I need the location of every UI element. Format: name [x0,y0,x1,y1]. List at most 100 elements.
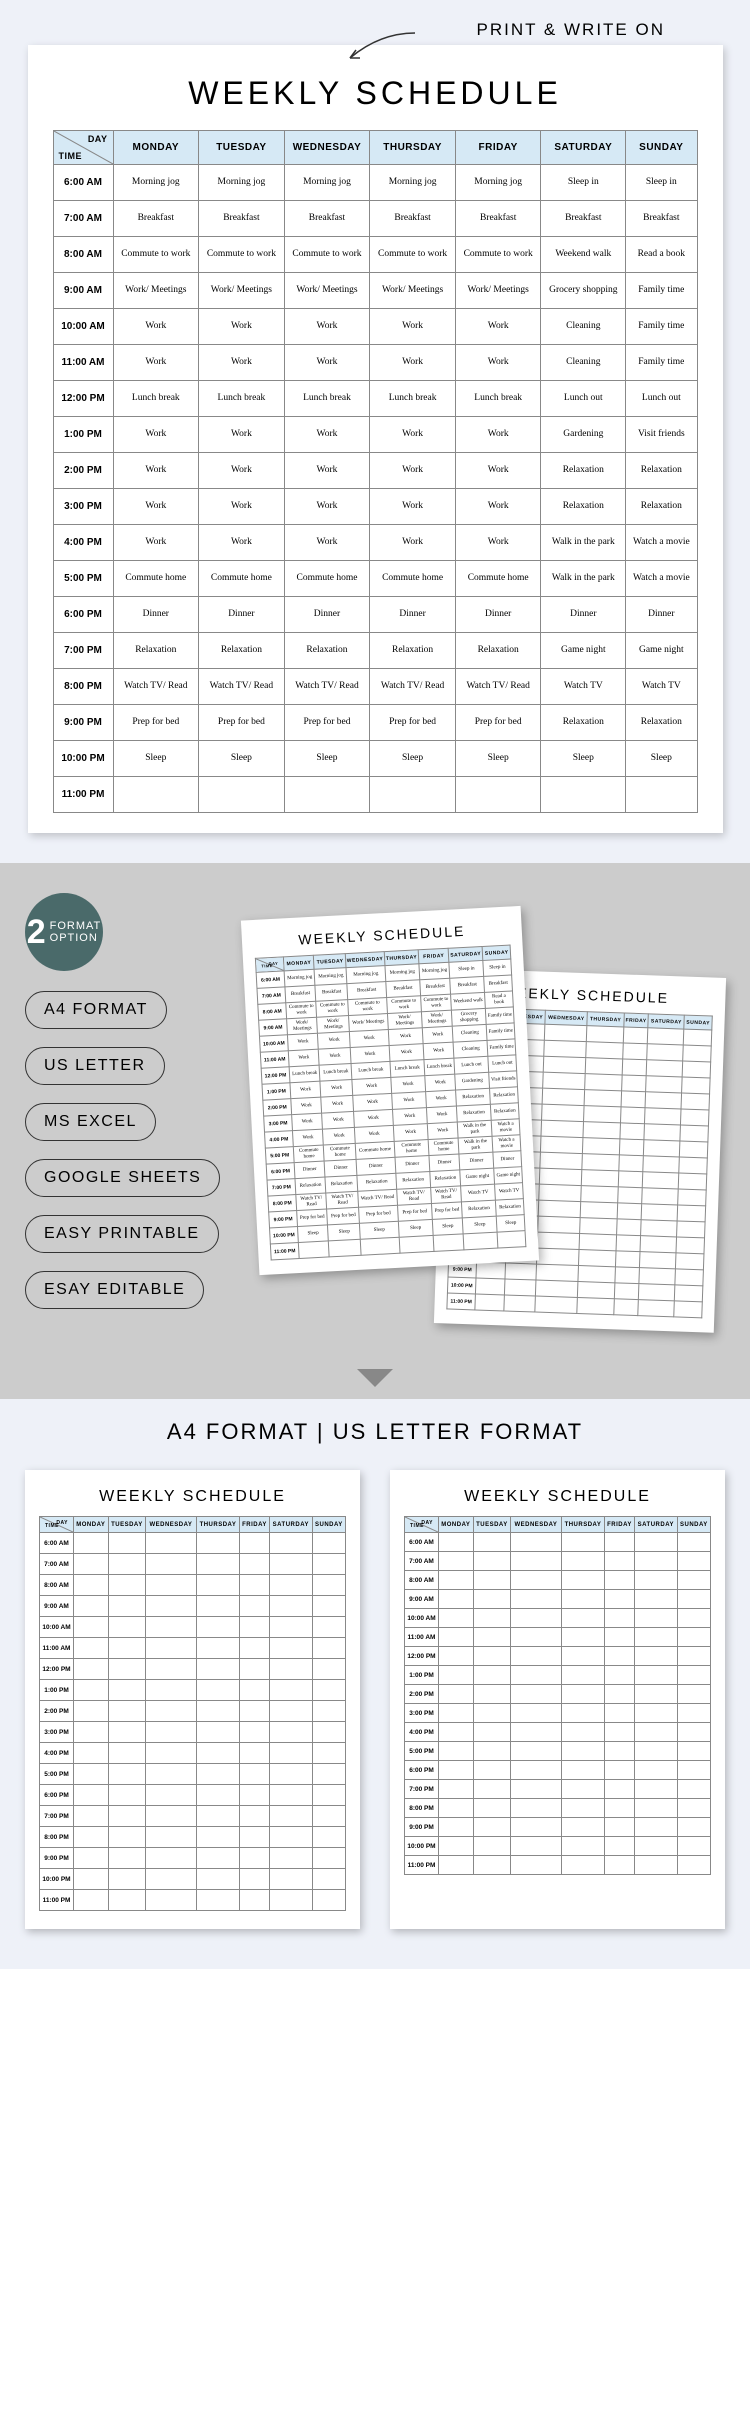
schedule-cell [108,1869,146,1890]
schedule-cell [439,1723,474,1742]
schedule-cell [587,1026,624,1043]
schedule-cell: Morning jog [455,165,541,201]
schedule-cell [511,1761,562,1780]
schedule-cell [146,1701,197,1722]
table-row: 6:00 PM [40,1785,346,1806]
schedule-cell [269,1743,312,1764]
schedule-cell [677,1533,710,1552]
schedule-cell [455,777,541,813]
schedule-cell [538,1216,581,1233]
schedule-cell: Family time [626,309,697,345]
schedule-cell [108,1596,146,1617]
time-label: 9:00 AM [53,273,113,309]
schedule-cell [146,1722,197,1743]
schedule-cell [643,1172,679,1189]
schedule-cell [646,1076,682,1093]
schedule-cell: Work [291,1097,322,1115]
schedule-cell [439,1818,474,1837]
table-row: 4:00 PMWorkWorkWorkWorkWorkWalk in the p… [53,525,697,561]
schedule-cell: Dinner [429,1154,460,1172]
schedule-cell: Watch TV/ Read [113,669,199,705]
schedule-cell [312,1617,345,1638]
schedule-cell [240,1869,270,1890]
schedule-cell [634,1818,677,1837]
schedule-cell: Sleep [462,1216,497,1234]
schedule-cell [74,1722,109,1743]
schedule-cell: Commute to work [286,1001,317,1019]
schedule-cell [74,1533,109,1554]
schedule-cell: Work/ Meetings [387,1012,423,1030]
schedule-cell [473,1609,511,1628]
schedule-cell [605,1818,635,1837]
arrow-icon [340,28,420,68]
schedule-cell: Relaxation [541,489,626,525]
table-row: 8:00 AM [405,1571,711,1590]
schedule-cell: Work [393,1124,429,1142]
schedule-cell [580,1218,617,1235]
time-label: 4:00 PM [40,1743,74,1764]
schedule-cell [74,1659,109,1680]
table-row: 7:00 PMRelaxationRelaxationRelaxationRel… [53,633,697,669]
schedule-cell: Relaxation [491,1103,519,1120]
schedule-cell [269,1785,312,1806]
schedule-cell [473,1533,511,1552]
schedule-cell [439,1533,474,1552]
schedule-cell [269,1764,312,1785]
schedule-cell [536,1280,579,1297]
schedule-cell [539,1184,582,1201]
schedule-cell: Breakfast [541,201,626,237]
schedule-cell [108,1764,146,1785]
schedule-cell [680,1125,708,1142]
schedule-cell [312,1659,345,1680]
table-row: 12:00 PM [405,1647,711,1666]
schedule-cell: Work [284,453,370,489]
schedule-cell: Sleep [199,741,285,777]
schedule-cell [642,1204,678,1221]
time-label: 12:00 PM [405,1647,439,1666]
time-label: 8:00 PM [405,1799,439,1818]
format-badge: 2 FORMATOPTION [25,893,103,971]
schedule-cell [580,1202,617,1219]
schedule-cell [146,1785,197,1806]
schedule-cell [74,1785,109,1806]
time-label: 11:00 PM [447,1293,476,1310]
schedule-cell: Work [322,1111,355,1129]
schedule-cell: Work/ Meetings [287,1017,318,1035]
schedule-cell [641,1220,677,1237]
table-row: 8:00 PM [40,1827,346,1848]
schedule-cell: Morning jog [284,969,315,987]
schedule-cell [605,1837,635,1856]
schedule-cell [361,1237,400,1255]
schedule-cell [473,1647,511,1666]
schedule-cell [439,1761,474,1780]
schedule-cell [312,1764,345,1785]
schedule-cell: Lunch out [541,381,626,417]
format-previews: WEEKLY SCHEDULE DAYTIMEMONDAYTUESDAYWEDN… [25,1470,725,1929]
schedule-cell: Watch TV [541,669,626,705]
time-label: 7:00 AM [53,201,113,237]
day-header: THURSDAY [370,131,456,165]
schedule-cell [634,1647,677,1666]
schedule-cell [584,1106,621,1123]
schedule-cell [642,1188,678,1205]
schedule-cell: Relaxation [113,633,199,669]
schedule-cell: Prep for bed [113,705,199,741]
schedule-cell: Lunch break [320,1063,353,1081]
schedule-cell [634,1571,677,1590]
time-label: 11:00 PM [40,1890,74,1911]
schedule-cell [196,1554,239,1575]
time-label: 10:00 PM [270,1227,299,1244]
schedule-cell: Watch a movie [626,561,697,597]
time-label: 6:00 AM [405,1533,439,1552]
schedule-cell [619,1139,644,1156]
schedule-cell [586,1058,623,1075]
schedule-cell [146,1764,197,1785]
schedule-cell: Work [455,345,541,381]
schedule-cell [561,1780,604,1799]
schedule-cell: Prep for bed [455,705,541,741]
schedule-cell: Work [370,525,456,561]
schedule-cell: Work/ Meetings [284,273,370,309]
schedule-cell [439,1704,474,1723]
feature-pill: A4 FORMAT [25,991,167,1029]
schedule-cell [541,777,626,813]
